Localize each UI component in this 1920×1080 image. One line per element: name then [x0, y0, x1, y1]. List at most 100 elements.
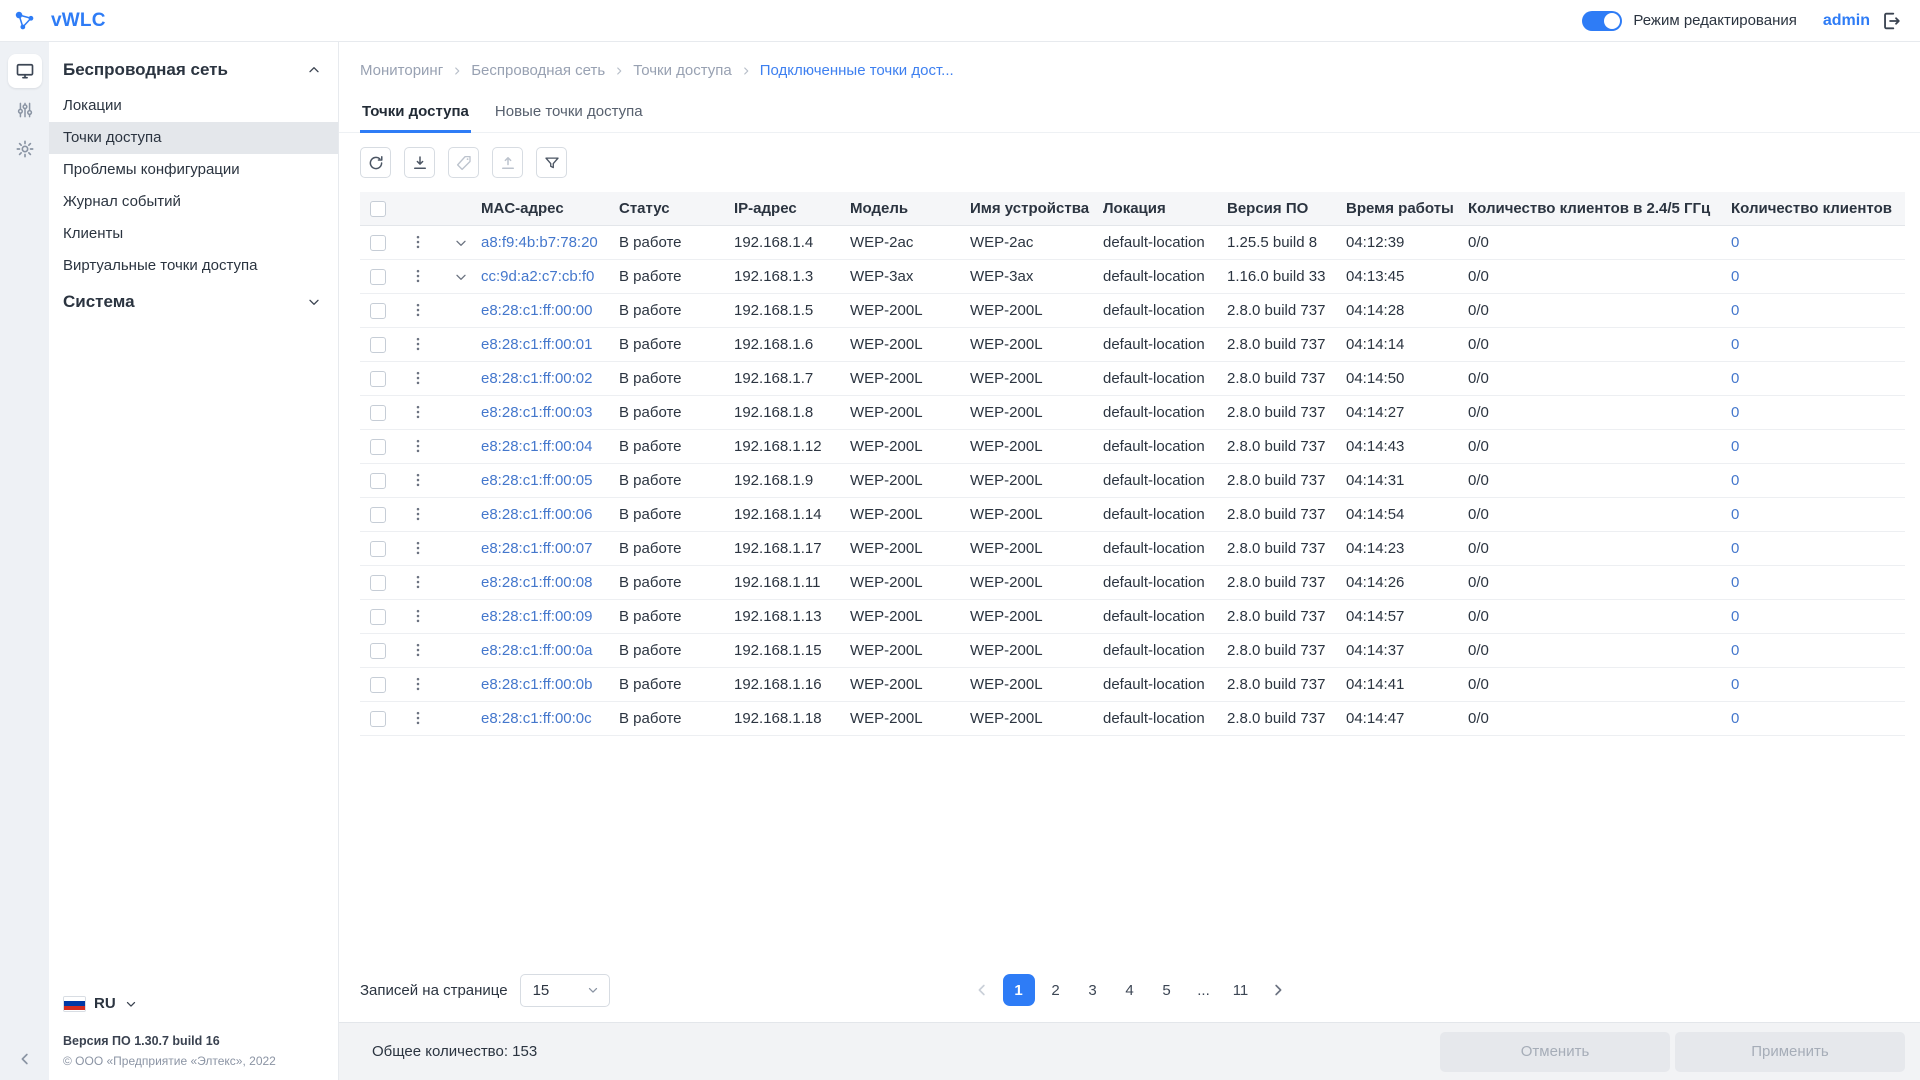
row-checkbox[interactable] [370, 541, 386, 557]
filter-button[interactable] [536, 147, 567, 178]
mac-address-link[interactable]: e8:28:c1:ff:00:07 [481, 540, 592, 557]
page-button[interactable]: 3 [1077, 974, 1109, 1006]
breadcrumb-item[interactable]: Мониторинг [360, 62, 443, 79]
row-actions-kebab-icon[interactable] [409, 301, 427, 319]
per-page-select[interactable]: 15 [520, 974, 610, 1007]
sidebar-item[interactable]: Локации [49, 90, 338, 122]
mac-address-link[interactable]: e8:28:c1:ff:00:06 [481, 506, 592, 523]
language-selector[interactable]: RU [63, 995, 324, 1012]
clients-total-link[interactable]: 0 [1731, 710, 1739, 727]
mac-address-link[interactable]: e8:28:c1:ff:00:08 [481, 574, 592, 591]
row-checkbox[interactable] [370, 473, 386, 489]
row-actions-kebab-icon[interactable] [409, 539, 427, 557]
mac-address-link[interactable]: e8:28:c1:ff:00:0a [481, 642, 592, 659]
clients-total-link[interactable]: 0 [1731, 676, 1739, 693]
download-button[interactable] [404, 147, 435, 178]
row-actions-kebab-icon[interactable] [409, 471, 427, 489]
page-button[interactable]: ... [1188, 974, 1220, 1006]
sidebar-item[interactable]: Журнал событий [49, 186, 338, 218]
row-checkbox[interactable] [370, 507, 386, 523]
mac-address-link[interactable]: e8:28:c1:ff:00:05 [481, 472, 592, 489]
page-button[interactable]: 2 [1040, 974, 1072, 1006]
clients-total-link[interactable]: 0 [1731, 574, 1739, 591]
sidebar-item[interactable]: Виртуальные точки доступа [49, 250, 338, 282]
sidebar-item[interactable]: Клиенты [49, 218, 338, 250]
sidebar-item[interactable]: Точки доступа [49, 122, 338, 154]
row-actions-kebab-icon[interactable] [409, 607, 427, 625]
mac-address-link[interactable]: e8:28:c1:ff:00:00 [481, 302, 592, 319]
mac-address-link[interactable]: e8:28:c1:ff:00:03 [481, 404, 592, 421]
row-expand-chevron-icon[interactable] [453, 269, 469, 285]
clients-total-link[interactable]: 0 [1731, 506, 1739, 523]
clients-total-link[interactable]: 0 [1731, 370, 1739, 387]
row-checkbox[interactable] [370, 643, 386, 659]
row-checkbox[interactable] [370, 303, 386, 319]
mac-address-link[interactable]: cc:9d:a2:c7:cb:f0 [481, 268, 594, 285]
row-checkbox[interactable] [370, 235, 386, 251]
clients-total-link[interactable]: 0 [1731, 540, 1739, 557]
clients-total-link[interactable]: 0 [1731, 438, 1739, 455]
sidebar-section-system[interactable]: Система [49, 282, 338, 322]
user-name[interactable]: admin [1823, 12, 1870, 30]
edit-mode-toggle[interactable] [1582, 11, 1622, 31]
clients-total-link[interactable]: 0 [1731, 404, 1739, 421]
row-expand-chevron-icon[interactable] [453, 235, 469, 251]
row-actions-kebab-icon[interactable] [409, 505, 427, 523]
clients-total-link[interactable]: 0 [1731, 268, 1739, 285]
clients-total-link[interactable]: 0 [1731, 336, 1739, 353]
next-page-button[interactable] [1262, 974, 1294, 1006]
row-actions-kebab-icon[interactable] [409, 709, 427, 727]
page-button[interactable]: 4 [1114, 974, 1146, 1006]
clients-total-link[interactable]: 0 [1731, 472, 1739, 489]
clients-total-link[interactable]: 0 [1731, 302, 1739, 319]
page-button[interactable]: 11 [1225, 974, 1257, 1006]
sidebar-section-wireless-network[interactable]: Беспроводная сеть [49, 50, 338, 90]
clients-total-link[interactable]: 0 [1731, 234, 1739, 251]
mac-address-link[interactable]: e8:28:c1:ff:00:09 [481, 608, 592, 625]
cancel-button[interactable]: Отменить [1440, 1032, 1670, 1072]
row-checkbox[interactable] [370, 439, 386, 455]
row-checkbox[interactable] [370, 575, 386, 591]
breadcrumb-item[interactable]: Точки доступа [633, 62, 732, 79]
page-button[interactable]: 1 [1003, 974, 1035, 1006]
refresh-button[interactable] [360, 147, 391, 178]
monitoring-nav-button[interactable] [8, 54, 42, 88]
radio-settings-nav-button[interactable] [8, 93, 42, 127]
row-actions-kebab-icon[interactable] [409, 267, 427, 285]
row-checkbox[interactable] [370, 405, 386, 421]
collapse-sidebar-button[interactable] [16, 1050, 34, 1072]
prev-page-button[interactable] [966, 974, 998, 1006]
mac-address-link[interactable]: e8:28:c1:ff:00:01 [481, 336, 592, 353]
mac-address-link[interactable]: e8:28:c1:ff:00:0c [481, 710, 592, 727]
row-actions-kebab-icon[interactable] [409, 403, 427, 421]
row-checkbox[interactable] [370, 677, 386, 693]
mac-address-link[interactable]: e8:28:c1:ff:00:02 [481, 370, 592, 387]
row-checkbox[interactable] [370, 337, 386, 353]
apply-button[interactable]: Применить [1675, 1032, 1905, 1072]
row-checkbox[interactable] [370, 269, 386, 285]
page-button[interactable]: 5 [1151, 974, 1183, 1006]
system-settings-nav-button[interactable] [8, 132, 42, 166]
row-actions-kebab-icon[interactable] [409, 437, 427, 455]
breadcrumb-item[interactable]: Беспроводная сеть [471, 62, 605, 79]
sidebar-item[interactable]: Проблемы конфигурации [49, 154, 338, 186]
row-actions-kebab-icon[interactable] [409, 233, 427, 251]
row-checkbox[interactable] [370, 711, 386, 727]
mac-address-link[interactable]: a8:f9:4b:b7:78:20 [481, 234, 598, 251]
row-checkbox[interactable] [370, 609, 386, 625]
row-actions-kebab-icon[interactable] [409, 675, 427, 693]
clients-total-link[interactable]: 0 [1731, 608, 1739, 625]
row-actions-kebab-icon[interactable] [409, 369, 427, 387]
row-actions-kebab-icon[interactable] [409, 573, 427, 591]
clients-total-link[interactable]: 0 [1731, 642, 1739, 659]
tab-new-access-points[interactable]: Новые точки доступа [493, 103, 645, 133]
row-checkbox[interactable] [370, 371, 386, 387]
mac-address-link[interactable]: e8:28:c1:ff:00:04 [481, 438, 592, 455]
mac-address-link[interactable]: e8:28:c1:ff:00:0b [481, 676, 592, 693]
select-all-checkbox[interactable] [370, 201, 386, 217]
tab-access-points[interactable]: Точки доступа [360, 103, 471, 133]
logout-icon[interactable] [1880, 10, 1902, 32]
tag-button[interactable] [448, 147, 479, 178]
row-actions-kebab-icon[interactable] [409, 335, 427, 353]
upload-button[interactable] [492, 147, 523, 178]
